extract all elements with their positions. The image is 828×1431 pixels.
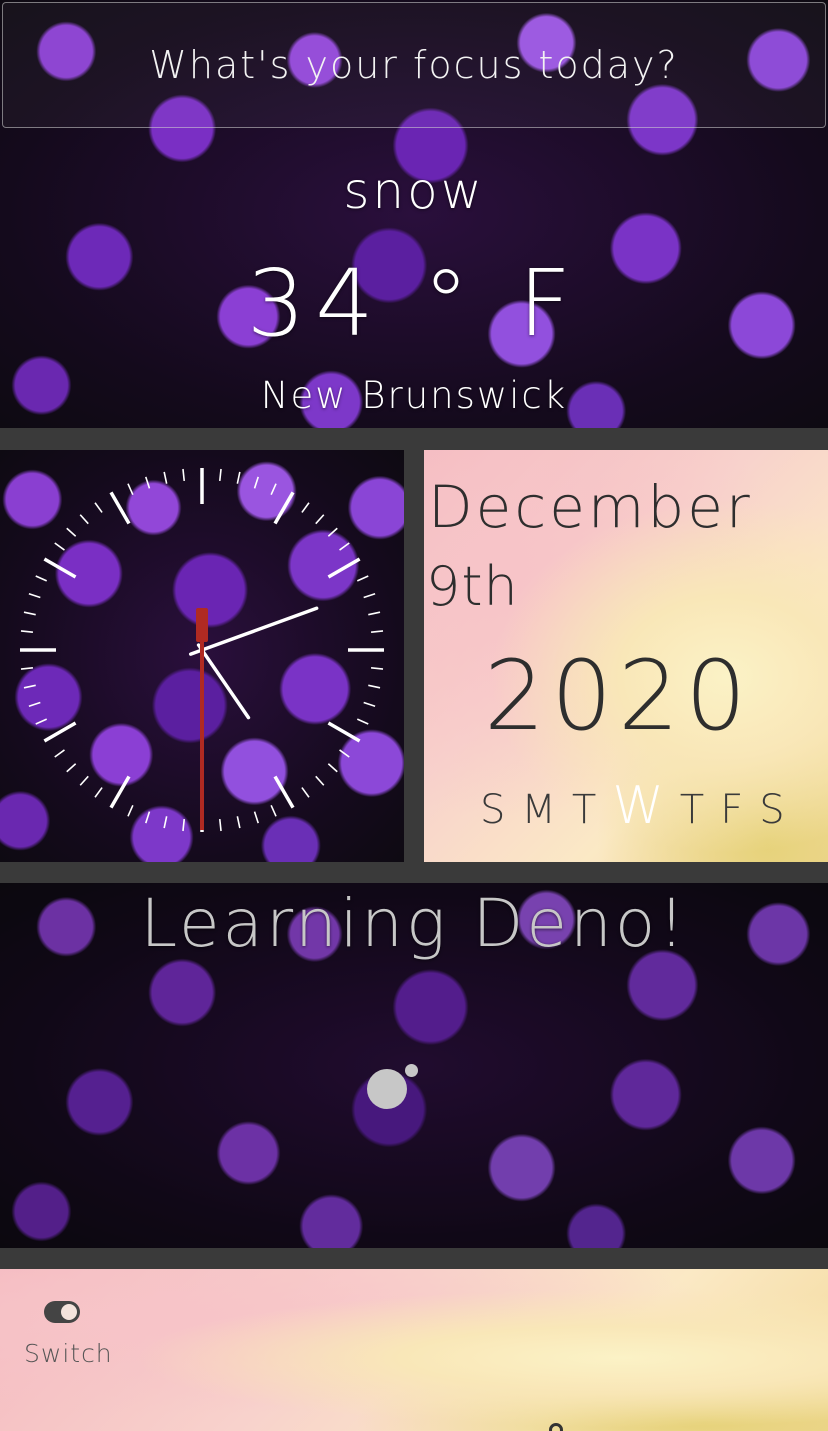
weather-condition: snow <box>343 162 485 220</box>
clock-minute-tick <box>35 718 48 725</box>
clock-minute-tick <box>315 514 325 525</box>
clock-minute-tick <box>54 749 65 758</box>
switch-panel: Switch <box>0 1269 828 1431</box>
clock-minute-tick <box>182 468 186 482</box>
clock-minute-tick <box>144 811 151 824</box>
weekday-5: F <box>720 787 744 833</box>
page-indicator-dot[interactable] <box>549 1423 563 1431</box>
clock-minute-tick <box>79 514 89 525</box>
clock-minute-tick <box>253 811 260 824</box>
clock-minute-tick <box>270 804 277 817</box>
clock-minute-tick <box>20 630 34 634</box>
clock-minute-tick <box>79 775 89 786</box>
weekday-2: T <box>571 787 597 833</box>
clock-hour-tick <box>43 557 77 579</box>
loading-dot-large <box>367 1069 407 1109</box>
minute-hand <box>188 606 319 656</box>
clock-minute-tick <box>370 630 384 634</box>
theme-toggle-switch[interactable] <box>44 1301 80 1323</box>
clock-minute-tick <box>327 763 338 773</box>
clock-minute-tick <box>301 502 310 513</box>
clock-minute-tick <box>339 749 350 758</box>
clock-hour-tick <box>327 721 361 743</box>
weekday-1: M <box>521 787 556 833</box>
weather-location: New Brunswick <box>260 374 568 417</box>
clock-minute-tick <box>253 476 260 489</box>
focus-input[interactable] <box>2 2 826 128</box>
clock-minute-tick <box>236 816 241 829</box>
focus-display-text: Learning Deno! <box>140 885 688 962</box>
clock-minute-tick <box>339 542 350 551</box>
date-month: December <box>428 473 753 541</box>
clock-minute-tick <box>370 666 384 670</box>
date-year: 2020 <box>484 640 753 752</box>
clock-hour-tick <box>109 775 131 809</box>
second-hand-counterweight <box>196 608 208 642</box>
clock-minute-tick <box>28 701 41 708</box>
clock-hour-tick <box>273 775 295 809</box>
weather-temperature: 34 ° F <box>246 250 582 357</box>
clock-hour-tick <box>109 491 131 525</box>
clock-minute-tick <box>368 684 381 689</box>
focus-weather-panel: snow 34 ° F New Brunswick <box>0 0 828 428</box>
clock-minute-tick <box>163 471 168 484</box>
weekday-6: S <box>759 787 785 833</box>
clock-minute-tick <box>28 592 41 599</box>
clock-hour-tick <box>273 491 295 525</box>
weekday-4: T <box>679 787 705 833</box>
clock-minute-tick <box>270 483 277 496</box>
clock-hour-tick <box>43 721 77 743</box>
clock-minute-tick <box>23 684 36 689</box>
weekday-0: S <box>480 787 506 833</box>
clock-minute-tick <box>23 611 36 616</box>
clock-minute-tick <box>327 527 338 537</box>
clock-minute-tick <box>356 718 369 725</box>
clock-minute-tick <box>315 775 325 786</box>
clock-minute-tick <box>236 471 241 484</box>
clock-minute-tick <box>368 611 381 616</box>
clock-minute-tick <box>66 763 77 773</box>
clock-minute-tick <box>218 468 222 482</box>
hour-hand <box>196 643 251 720</box>
loading-dot-small <box>405 1064 418 1077</box>
clock-minute-tick <box>163 816 168 829</box>
clock-minute-tick <box>35 575 48 582</box>
clock-minute-tick <box>301 787 310 798</box>
clock-minute-tick <box>20 666 34 670</box>
clock-hour-tick <box>327 557 361 579</box>
clock-minute-tick <box>66 527 77 537</box>
date-panel: December 9th 2020 SMTWTFS <box>424 450 828 862</box>
analog-clock-panel <box>0 450 404 862</box>
focus-display-panel: Learning Deno! <box>0 883 828 1248</box>
clock-minute-tick <box>94 787 103 798</box>
clock-minute-tick <box>363 592 376 599</box>
clock-minute-tick <box>127 804 134 817</box>
clock-minute-tick <box>356 575 369 582</box>
weekday-3: W <box>612 776 664 836</box>
clock-minute-tick <box>144 476 151 489</box>
clock-minute-tick <box>54 542 65 551</box>
date-day: 9th <box>426 555 519 618</box>
toggle-knob <box>61 1304 77 1320</box>
weekday-strip: SMTWTFS <box>480 776 801 836</box>
clock-minute-tick <box>94 502 103 513</box>
clock-minute-tick <box>182 818 186 832</box>
switch-label: Switch <box>24 1339 113 1368</box>
clock-minute-tick <box>363 701 376 708</box>
clock-minute-tick <box>218 818 222 832</box>
clock-minute-tick <box>127 483 134 496</box>
analog-clock <box>20 468 384 832</box>
